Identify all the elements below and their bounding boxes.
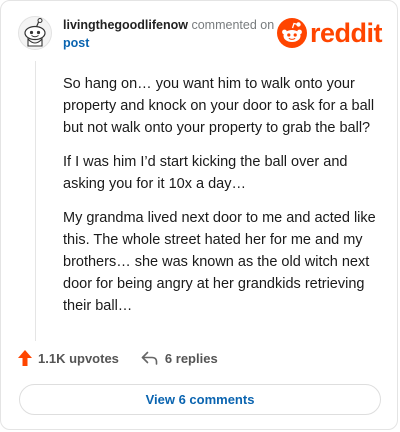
upvote-count: 1.1K upvotes [38, 350, 119, 366]
replies-button[interactable]: 6 replies [141, 351, 218, 366]
commented-on-text: commented on [191, 18, 275, 32]
comment-paragraph: If I was him I’d start kicking the ball … [63, 154, 348, 192]
upvote-arrow-icon [18, 350, 32, 366]
comment-header: livingthegoodlifenow commented on [63, 18, 274, 32]
comment-paragraph: My grandma lived next door to me and act… [63, 210, 376, 314]
post-link[interactable]: post [63, 36, 89, 50]
reddit-logo[interactable]: reddit [277, 18, 383, 48]
view-comments-button[interactable]: View 6 comments [19, 384, 381, 415]
reddit-snoo-icon [277, 18, 307, 48]
user-avatar-snoo-icon[interactable] [18, 16, 52, 50]
reply-arrow-icon [141, 351, 158, 365]
comment-actions: 1.1K upvotes 6 replies [18, 350, 218, 366]
comment-paragraph: So hang on… you want him to walk onto yo… [63, 76, 375, 136]
replies-count: 6 replies [164, 350, 218, 366]
comment-card: livingthegoodlifenow commented on post r… [0, 0, 398, 430]
upvote-button[interactable]: 1.1K upvotes [18, 350, 119, 366]
username-link[interactable]: livingthegoodlifenow [63, 18, 188, 32]
thread-line[interactable] [35, 61, 36, 341]
comment-body: So hang on… you want him to walk onto yo… [63, 73, 383, 329]
reddit-wordmark: reddit [310, 18, 383, 48]
